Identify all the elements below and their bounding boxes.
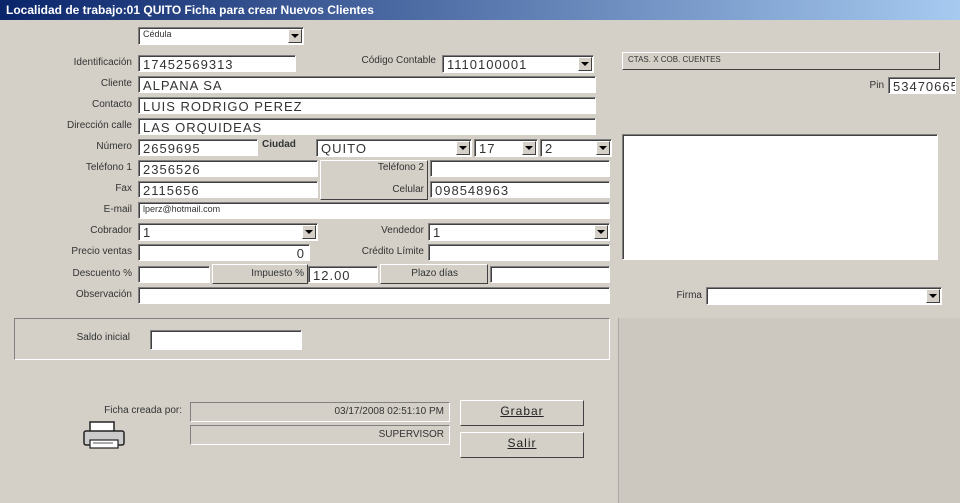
- firma-select[interactable]: [706, 287, 942, 305]
- chevron-down-icon[interactable]: [288, 29, 302, 43]
- cliente-label: Cliente: [100, 78, 132, 89]
- precio-label: Precio ventas: [71, 246, 132, 257]
- saldo-label: Saldo inicial: [76, 332, 130, 343]
- contacto-label: Contacto: [91, 99, 132, 110]
- descuento-label: Descuento %: [72, 268, 132, 279]
- fax-field[interactable]: 2115656: [138, 181, 318, 198]
- ciudad-code2-select[interactable]: 2: [540, 139, 612, 157]
- doc-type-select[interactable]: Cédula: [138, 27, 304, 45]
- accounts-list[interactable]: [622, 134, 938, 260]
- ciudad-code2-value: 2: [545, 141, 554, 156]
- codigo-contable-label: Código Contable: [361, 55, 437, 66]
- vendedor-value: 1: [433, 225, 442, 240]
- cliente-field[interactable]: ALPANA SA: [138, 76, 596, 93]
- cobrador-label: Cobrador: [90, 225, 132, 236]
- precio-field[interactable]: 0: [138, 244, 310, 261]
- vendedor-select[interactable]: 1: [428, 223, 610, 241]
- ciudad-select[interactable]: QUITO: [316, 139, 472, 157]
- chevron-down-icon[interactable]: [596, 141, 610, 155]
- numero-field[interactable]: 2659695: [138, 139, 258, 156]
- firma-label: Firma: [676, 290, 702, 301]
- ciudad-code1-value: 17: [479, 141, 496, 156]
- identificacion-label: Identificación: [73, 57, 132, 68]
- descuento-field[interactable]: [138, 266, 210, 283]
- grabar-button[interactable]: Grabar: [460, 400, 584, 426]
- printer-icon[interactable]: [80, 420, 128, 450]
- ciudad-label: Ciudad: [260, 139, 298, 150]
- plazo-label: Plazo días: [411, 268, 458, 279]
- ctas-label: CTAS. X COB. CUENTES: [626, 55, 723, 64]
- doc-type-value: Cédula: [143, 29, 172, 39]
- identificacion-field[interactable]: 17452569313: [138, 55, 296, 72]
- telefono1-field[interactable]: 2356526: [138, 160, 318, 177]
- window-title: Localidad de trabajo:01 QUITO Ficha para…: [0, 0, 960, 20]
- cobrador-value: 1: [143, 225, 152, 240]
- email-label: E-mail: [103, 204, 132, 215]
- pin-label: Pin: [869, 80, 884, 91]
- chevron-down-icon[interactable]: [594, 225, 608, 239]
- observacion-field[interactable]: [138, 287, 610, 304]
- codigo-contable-select[interactable]: 1110100001: [442, 55, 594, 73]
- chevron-down-icon[interactable]: [456, 141, 470, 155]
- vendedor-label: Vendedor: [381, 225, 424, 236]
- numero-label: Número: [96, 141, 132, 152]
- email-field[interactable]: lperz@hotmail.com: [138, 202, 610, 219]
- cobrador-select[interactable]: 1: [138, 223, 318, 241]
- chevron-down-icon[interactable]: [522, 141, 536, 155]
- plazo-field[interactable]: [490, 266, 610, 283]
- ciudad-value: QUITO: [321, 141, 367, 156]
- saldo-field[interactable]: [150, 330, 302, 350]
- ficha-user: SUPERVISOR: [378, 429, 444, 440]
- telefono1-label: Teléfono 1: [85, 162, 132, 173]
- chevron-down-icon[interactable]: [578, 57, 592, 71]
- chevron-down-icon[interactable]: [926, 289, 940, 303]
- telefono2-label: Teléfono 2: [377, 162, 424, 173]
- ficha-date: 03/17/2008 02:51:10 PM: [334, 406, 444, 417]
- celular-field[interactable]: 098548963: [430, 181, 610, 198]
- observacion-label: Observación: [75, 289, 132, 300]
- ciudad-code1-select[interactable]: 17: [474, 139, 538, 157]
- impuesto-field[interactable]: 12.00: [308, 266, 378, 283]
- codigo-contable-value: 1110100001: [447, 57, 528, 72]
- impuesto-label: Impuesto %: [251, 268, 304, 279]
- credito-field[interactable]: [428, 244, 610, 261]
- contacto-field[interactable]: LUIS RODRIGO PEREZ: [138, 97, 596, 114]
- celular-label: Celular: [392, 184, 424, 195]
- fax-label: Fax: [115, 183, 132, 194]
- telefono2-field[interactable]: [430, 160, 610, 177]
- direccion-field[interactable]: LAS ORQUIDEAS: [138, 118, 596, 135]
- credito-label: Crédito Límite: [361, 246, 424, 257]
- chevron-down-icon[interactable]: [302, 225, 316, 239]
- ficha-label: Ficha creada por:: [104, 405, 182, 416]
- signature-panel: [618, 318, 960, 503]
- direccion-label: Dirección calle: [66, 120, 132, 131]
- salir-button[interactable]: Salir: [460, 432, 584, 458]
- pin-field[interactable]: 53470665: [888, 77, 956, 94]
